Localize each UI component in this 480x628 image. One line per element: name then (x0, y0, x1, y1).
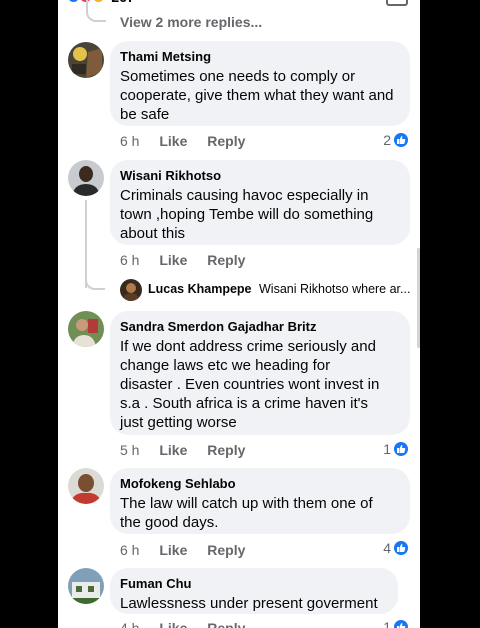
comment-bubble: Fuman Chu Lawlessness under present gove… (110, 568, 398, 614)
avatar[interactable] (68, 568, 104, 604)
comment-bubble: Sandra Smerdon Gajadhar Britz If we dont… (110, 311, 410, 435)
comment-time[interactable]: 5 h (120, 442, 139, 458)
commenter-name[interactable]: Wisani Rikhotso (120, 167, 400, 185)
comment-actions: 4 h Like Reply (120, 620, 245, 628)
reply-button[interactable]: Reply (207, 442, 245, 458)
like-reaction-icon (394, 442, 408, 456)
like-button[interactable]: Like (159, 542, 187, 558)
reply-button[interactable]: Reply (207, 133, 245, 149)
reaction-count: 4 (383, 540, 391, 556)
comment-text: The law will catch up with them one of t… (120, 495, 373, 531)
avatar[interactable] (68, 160, 104, 196)
thread-connector (86, 0, 106, 22)
commenter-name[interactable]: Mofokeng Sehlabo (120, 475, 400, 493)
scrollbar[interactable] (417, 248, 420, 348)
like-button[interactable]: Like (159, 620, 187, 628)
reply-preview-text: Wisani Rikhotso where ar... (259, 282, 411, 296)
like-reaction-icon (394, 620, 408, 628)
comment-actions: 6 h Like Reply (120, 542, 245, 558)
comment-time[interactable]: 6 h (120, 252, 139, 268)
reaction-summary[interactable]: 2 (383, 132, 408, 148)
comment-time[interactable]: 4 h (120, 620, 139, 628)
reply-button[interactable]: Reply (207, 542, 245, 558)
reaction-count: 1 (383, 619, 391, 628)
nested-reply-preview[interactable]: Lucas Khampepe Wisani Rikhotso where ar.… (148, 282, 410, 296)
comment-text: Sometimes one needs to comply or coopera… (120, 68, 394, 123)
avatar[interactable] (120, 279, 142, 301)
reply-author[interactable]: Lucas Khampepe (148, 282, 252, 296)
reaction-summary[interactable]: 4 (383, 540, 408, 556)
comment-time[interactable]: 6 h (120, 133, 139, 149)
reply-button[interactable]: Reply (207, 252, 245, 268)
commenter-name[interactable]: Fuman Chu (120, 575, 388, 593)
reaction-count: 2 (383, 132, 391, 148)
like-reaction-icon (394, 133, 408, 147)
comment-actions: 6 h Like Reply (120, 252, 245, 268)
avatar[interactable] (68, 468, 104, 504)
view-more-replies[interactable]: View 2 more replies... (120, 14, 262, 30)
comment-actions: 6 h Like Reply (120, 133, 245, 149)
reaction-summary[interactable]: 1 (383, 619, 408, 628)
comment-bubble: Thami Metsing Sometimes one needs to com… (110, 41, 410, 126)
commenter-name[interactable]: Thami Metsing (120, 48, 400, 66)
share-icon[interactable] (386, 0, 408, 6)
reaction-count: 1 (383, 441, 391, 457)
comment-time[interactable]: 6 h (120, 542, 139, 558)
like-button[interactable]: Like (159, 133, 187, 149)
like-reaction-icon (68, 0, 79, 3)
comment-bubble: Mofokeng Sehlabo The law will catch up w… (110, 468, 410, 534)
comment-text: Lawlessness under present goverment (120, 595, 378, 612)
comment-bubble: Wisani Rikhotso Criminals causing havoc … (110, 160, 410, 245)
reaction-count: 267 (111, 0, 134, 5)
comment-text: If we dont address crime seriously and c… (120, 338, 380, 431)
reply-button[interactable]: Reply (207, 620, 245, 628)
like-button[interactable]: Like (159, 252, 187, 268)
comment-text: Criminals causing havoc especially in to… (120, 187, 374, 242)
thread-connector (85, 270, 105, 290)
comment-actions: 5 h Like Reply (120, 442, 245, 458)
like-button[interactable]: Like (159, 442, 187, 458)
reaction-summary[interactable]: 1 (383, 441, 408, 457)
avatar[interactable] (68, 311, 104, 347)
like-reaction-icon (394, 541, 408, 555)
avatar[interactable] (68, 42, 104, 78)
commenter-name[interactable]: Sandra Smerdon Gajadhar Britz (120, 318, 400, 336)
comments-panel: 267 View 2 more replies... Thami Metsing… (58, 0, 420, 628)
